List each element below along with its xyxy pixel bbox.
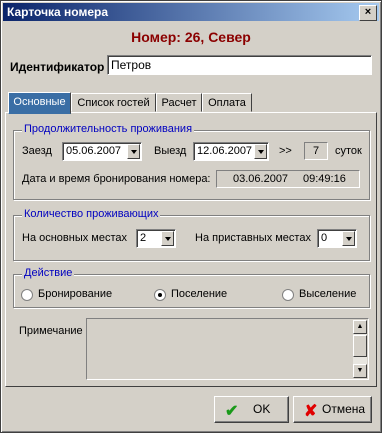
checkout-date-value: 12.06.2007 [197,145,253,157]
note-memo[interactable]: ▲ ▼ [86,318,369,380]
chevron-down-icon[interactable] [161,231,174,246]
checkout-label: Выезд [154,145,187,157]
close-button[interactable]: × [359,5,377,21]
checkin-date-select[interactable]: 05.06.2007 [62,142,142,161]
booking-time: 09:49:16 [303,173,346,185]
tab-calculation[interactable]: Расчет [156,93,202,112]
checkout-date-select[interactable]: 12.06.2007 [193,142,269,161]
title-bar[interactable]: Карточка номера × [3,3,379,21]
identifier-input[interactable]: Петров [107,55,372,75]
extra-places-select[interactable]: 0 [317,229,357,248]
radio-checkout[interactable] [282,289,294,301]
booking-date: 03.06.2007 [233,173,289,185]
tab-payment[interactable]: Оплата [202,93,252,112]
main-places-select[interactable]: 2 [136,229,176,248]
arrows-label: >> [279,145,292,157]
chevron-down-icon[interactable] [254,144,267,159]
booking-label: Дата и время бронирования номера: [22,173,211,185]
stay-group: Продолжительность проживания Заезд 05.06… [13,123,370,200]
tab-main[interactable]: Основные [8,92,71,114]
booking-datetime: 03.06.2007 09:49:16 [216,170,360,188]
tab-panel-main: Продолжительность проживания Заезд 05.06… [5,112,377,387]
ok-button[interactable]: ✔ OK [214,396,289,423]
note-label: Примечание [19,325,83,337]
checkin-date-value: 05.06.2007 [66,145,122,157]
days-value: 7 [304,142,328,160]
extra-places-value: 0 [321,232,328,244]
tab-guest-list[interactable]: Список гостей [71,93,156,112]
extra-places-label: На приставных местах [195,232,311,244]
identifier-label: Идентификатор [10,60,105,74]
ok-label: OK [253,402,271,416]
scroll-thumb[interactable] [353,335,367,357]
cancel-button[interactable]: ✘ Отмена [293,396,372,423]
radio-checkout-label[interactable]: Выселение [299,288,356,300]
scroll-down-icon[interactable]: ▼ [353,364,367,378]
window-title: Карточка номера [7,5,109,19]
checkin-label: Заезд [22,145,52,157]
cancel-label: Отмена [322,402,366,416]
guests-group: Количество проживающих На основных места… [13,208,370,261]
days-unit: суток [335,145,362,157]
checkmark-icon: ✔ [225,403,239,420]
radio-booking[interactable] [21,289,33,301]
cross-icon: ✘ [304,403,318,420]
radio-booking-label[interactable]: Бронирование [38,288,112,300]
radio-checkin[interactable] [154,289,166,301]
scroll-up-icon[interactable]: ▲ [353,320,367,334]
radio-checkin-label[interactable]: Поселение [171,288,227,300]
action-group: Действие Бронирование Поселение Выселени… [13,267,370,308]
guests-group-title: Количество проживающих [22,208,161,220]
stay-group-title: Продолжительность проживания [22,123,195,135]
chevron-down-icon[interactable] [342,231,355,246]
room-heading: Номер: 26, Север [131,29,251,45]
chevron-down-icon[interactable] [127,144,140,159]
main-places-value: 2 [140,232,147,244]
main-places-label: На основных местах [22,232,128,244]
note-scrollbar[interactable]: ▲ ▼ [353,320,367,378]
action-group-title: Действие [22,267,75,279]
